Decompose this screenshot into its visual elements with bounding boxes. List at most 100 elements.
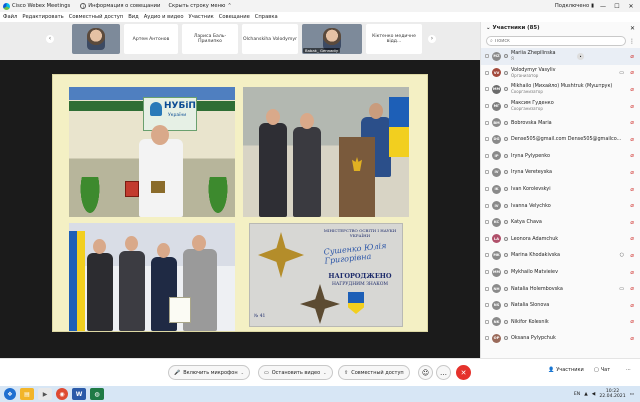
participant-row[interactable]: IV Iryna Vereteyska ⌀ [481, 164, 640, 181]
mic-muted-icon[interactable]: ⌀ [630, 318, 634, 325]
select-checkbox[interactable] [485, 236, 489, 241]
participant-row[interactable]: BM Bobrovska Maria ⌀ [481, 114, 640, 131]
participant-row[interactable]: VV Volodymyr Vasyliv Организатор ▭ ⌀ [481, 65, 640, 82]
menu-help[interactable]: Справка [255, 14, 278, 20]
reactions-button[interactable]: ☺ [418, 365, 433, 380]
participant-row[interactable]: NK Nikifor Kolesnik ⌀ [481, 314, 640, 331]
mic-muted-icon[interactable]: ⌀ [630, 335, 634, 342]
participant-row[interactable]: KC Katya Chava ⌀ [481, 214, 640, 231]
chevron-down-icon[interactable]: ⌄ [323, 370, 326, 375]
mic-muted-icon[interactable]: ⌀ [630, 219, 634, 226]
participant-row[interactable]: NH Natalia Holembovska ▭ ⌀ [481, 280, 640, 297]
select-checkbox[interactable] [485, 187, 489, 192]
word-icon[interactable]: W [72, 388, 86, 400]
mic-muted-icon[interactable]: ⌀ [630, 302, 634, 309]
menu-share[interactable]: Совместный доступ [69, 14, 123, 20]
participants-toggle[interactable]: 👤 Участники [548, 367, 584, 373]
share-button[interactable]: ⇪ Совместный доступ [338, 365, 410, 380]
windows-start-icon[interactable]: ❖ [4, 388, 16, 400]
video-thumb-active[interactable]: Babak_ Gennadiy [302, 24, 362, 54]
participants-search-input[interactable] [494, 38, 575, 44]
chat-toggle[interactable]: ▢ Чат [594, 367, 610, 373]
participant-row[interactable]: MZ Mariia Zhepilinska Я • ⌀ [481, 48, 640, 65]
select-checkbox[interactable] [485, 220, 489, 225]
chevron-down-icon[interactable]: ⌄ [486, 25, 491, 31]
close-panel-button[interactable]: ✕ [630, 25, 635, 32]
mic-muted-icon[interactable]: ⌀ [630, 86, 634, 93]
select-checkbox[interactable] [485, 286, 489, 291]
mic-muted-icon[interactable]: ⌀ [630, 103, 634, 110]
minimize-button[interactable]: — [598, 3, 608, 10]
media-player-icon[interactable]: ▶ [38, 388, 52, 400]
network-icon[interactable]: ▲ [584, 392, 588, 397]
mic-muted-icon[interactable]: ⌀ [630, 186, 634, 193]
participant-row[interactable]: IK Ivan Korolevskyi ⌀ [481, 181, 640, 198]
select-checkbox[interactable] [485, 319, 489, 324]
mic-muted-icon[interactable]: ⌀ [630, 235, 634, 242]
select-checkbox[interactable] [485, 170, 489, 175]
select-checkbox[interactable] [485, 120, 489, 125]
file-explorer-icon[interactable]: ▤ [20, 388, 34, 400]
select-checkbox[interactable] [485, 336, 489, 341]
row-options-icon[interactable]: • [577, 52, 584, 60]
menu-edit[interactable]: Редактировать [22, 14, 63, 20]
mic-muted-icon[interactable]: ⌀ [630, 136, 634, 143]
video-thumb[interactable]: Кіктенко медичне відд... [366, 24, 422, 54]
video-thumb[interactable]: Olchanskiha Volodymyr [242, 24, 298, 54]
select-checkbox[interactable] [485, 137, 489, 142]
mic-muted-icon[interactable]: ⌀ [630, 53, 634, 60]
select-checkbox[interactable] [485, 70, 489, 75]
clock[interactable]: 10:22 22.04.2021 [599, 389, 625, 399]
participant-row[interactable]: NS Natalia Slonova ⌀ [481, 297, 640, 314]
strip-prev-button[interactable]: ‹ [46, 35, 54, 43]
participant-row[interactable]: IP Iryna Pylypenko ⌀ [481, 148, 640, 165]
video-thumb[interactable]: Артем Антонов [124, 24, 178, 54]
mic-muted-icon[interactable]: ⌀ [630, 119, 634, 126]
unmute-button[interactable]: 🎤 Включить микрофон ⌄ [168, 365, 250, 380]
panel-more-button[interactable]: ⋯ [626, 367, 631, 373]
select-checkbox[interactable] [485, 303, 489, 308]
menu-file[interactable]: Файл [3, 14, 17, 20]
select-checkbox[interactable] [485, 253, 489, 258]
mic-muted-icon[interactable]: ⌀ [630, 169, 634, 176]
select-checkbox[interactable] [485, 203, 489, 208]
participant-row[interactable]: MM Mykhailo Matvieiev ⌀ [481, 264, 640, 281]
webex-taskbar-icon[interactable]: ◍ [90, 388, 104, 400]
video-thumb[interactable]: Лариса Баль-Прилипко [182, 24, 238, 54]
chrome-icon[interactable]: ◉ [56, 388, 68, 400]
participant-row[interactable]: LA Leonora Adamchuk ⌀ [481, 231, 640, 248]
stop-video-button[interactable]: ▭ Остановить видео ⌄ [258, 365, 333, 380]
language-indicator[interactable]: EN [574, 392, 580, 397]
connection-status[interactable]: Подключено ▮ [555, 3, 594, 9]
maximize-button[interactable]: ☐ [612, 3, 622, 10]
select-checkbox[interactable] [485, 104, 489, 109]
more-options-button[interactable]: … [436, 365, 451, 380]
participant-row[interactable]: MM Mikhailo (Михайло) Mushtruk (Муштрук) С… [481, 81, 640, 98]
strip-next-button[interactable]: › [428, 35, 436, 43]
end-meeting-button[interactable]: ✕ [456, 365, 471, 380]
participant-row[interactable]: DG Dense505@gmail.com Dense505@gmailco...… [481, 131, 640, 148]
select-checkbox[interactable] [485, 153, 489, 158]
mic-muted-icon[interactable]: ⌀ [630, 152, 634, 159]
participant-row[interactable]: IV Ivanna Velychko ⌀ [481, 197, 640, 214]
hide-menu-button[interactable]: Скрыть строку меню ⌃ [168, 3, 231, 9]
mic-muted-icon[interactable]: ⌀ [630, 69, 634, 76]
mic-muted-icon[interactable]: ⌀ [630, 285, 634, 292]
participants-search-box[interactable]: ⌕ [486, 36, 626, 46]
shared-content-stage[interactable]: НУБіП України МІНІСТЕРСТВО ОСВІТИ І НАУК… [0, 60, 480, 358]
mic-muted-icon[interactable]: ⌀ [630, 252, 634, 259]
select-checkbox[interactable] [485, 270, 489, 275]
participant-row[interactable]: MK Marina Khodakivska ○ ⌀ [481, 247, 640, 264]
notifications-icon[interactable]: ▭ [630, 392, 634, 397]
chevron-down-icon[interactable]: ⌄ [241, 370, 244, 375]
participant-row[interactable]: OP Oksana Pylypchuk ⌀ [481, 330, 640, 347]
video-thumb-self[interactable] [72, 24, 120, 54]
select-checkbox[interactable] [485, 54, 489, 59]
menu-view[interactable]: Вид [128, 14, 139, 20]
mic-muted-icon[interactable]: ⌀ [630, 269, 634, 276]
participant-row[interactable]: МГ Максим Гуденко Соорганизатор ⌀ [481, 98, 640, 115]
volume-icon[interactable]: ◀ [592, 392, 596, 397]
menu-audio-video[interactable]: Аудио и видео [144, 14, 184, 20]
close-window-button[interactable]: ✕ [626, 3, 636, 10]
menu-meeting[interactable]: Совещание [219, 14, 250, 20]
